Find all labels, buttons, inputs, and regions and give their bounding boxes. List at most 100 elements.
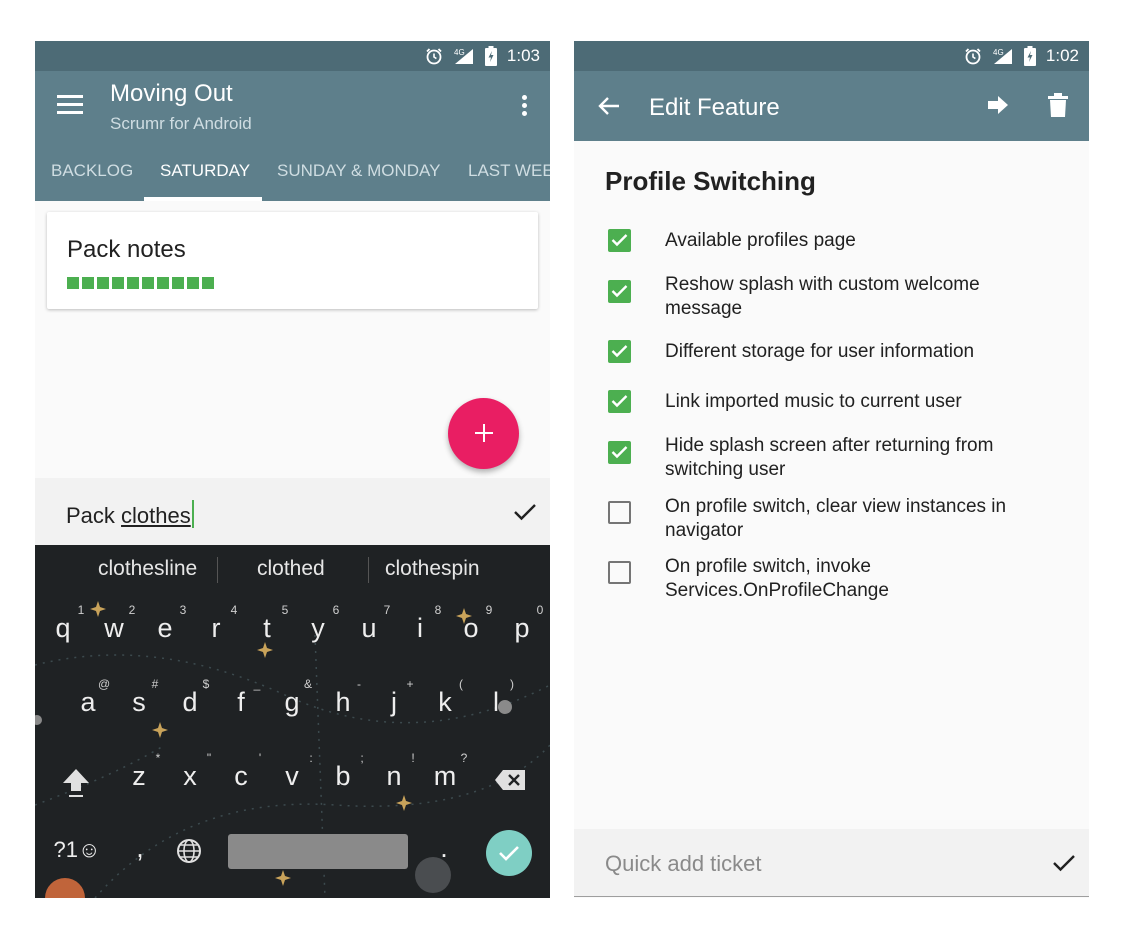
key[interactable]: o — [451, 613, 491, 644]
trash-icon[interactable] — [1048, 93, 1068, 117]
menu-icon[interactable] — [57, 93, 85, 117]
check-icon[interactable] — [1052, 854, 1076, 872]
quick-add-row: Pack clothes — [35, 478, 550, 545]
key[interactable]: y — [298, 613, 338, 644]
key[interactable]: p — [502, 613, 542, 644]
key-hint: - — [357, 677, 361, 691]
alarm-icon — [964, 47, 982, 65]
key[interactable]: m — [425, 761, 465, 792]
enter-check-icon[interactable] — [486, 830, 532, 876]
key[interactable]: c — [221, 761, 261, 792]
key[interactable]: t — [247, 613, 287, 644]
checkbox-checked[interactable] — [608, 229, 631, 252]
svg-text:4G: 4G — [454, 48, 465, 57]
check-icon[interactable] — [513, 503, 537, 521]
key-hint: " — [206, 751, 212, 765]
backspace-icon[interactable] — [494, 769, 526, 791]
progress-segment — [202, 277, 214, 289]
progress-segment — [187, 277, 199, 289]
checkbox-unchecked[interactable] — [608, 501, 631, 524]
key[interactable]: v — [272, 761, 312, 792]
key-hint: ! — [411, 751, 415, 765]
key[interactable]: n — [374, 761, 414, 792]
key[interactable]: e — [145, 613, 185, 644]
key[interactable]: d — [170, 687, 210, 718]
key[interactable]: x — [170, 761, 210, 792]
key-hint: ; — [360, 751, 364, 765]
input-prefix: Pack — [66, 503, 122, 528]
space-key[interactable] — [228, 834, 408, 869]
key-hint: ? — [460, 751, 468, 765]
checkbox-checked[interactable] — [608, 340, 631, 363]
key[interactable]: g — [272, 687, 312, 718]
battery-charging-icon — [1023, 46, 1036, 66]
checkbox-checked[interactable] — [608, 390, 631, 413]
key-hint: ( — [459, 677, 463, 691]
input-current-word: clothes — [121, 503, 191, 528]
checkbox-checked[interactable] — [608, 441, 631, 464]
progress-segment — [82, 277, 94, 289]
key[interactable]: k — [425, 687, 465, 718]
progress-segment — [127, 277, 139, 289]
add-ticket-button[interactable] — [448, 398, 519, 469]
symbols-key[interactable]: ?1☺ — [49, 837, 105, 863]
ticket-progress — [67, 277, 214, 289]
shift-icon[interactable] — [61, 767, 91, 799]
checklist-label: On profile switch, invoke Services.OnPro… — [665, 556, 889, 601]
key[interactable]: f — [221, 687, 261, 718]
comma-key[interactable]: , — [120, 833, 160, 864]
app-bar: Moving Out Scrumr for Android BACKLOG SA… — [35, 71, 550, 201]
key[interactable]: a — [68, 687, 108, 718]
checklist-label: Hide splash screen after returning from … — [665, 435, 994, 480]
ticket-card[interactable]: Pack notes — [47, 212, 538, 309]
suggestion-item[interactable]: clothesline — [98, 557, 197, 581]
key-hint: : — [309, 751, 313, 765]
key-hint: 2 — [128, 603, 136, 617]
suggestion-item[interactable]: clothespin — [385, 557, 480, 581]
checkbox-unchecked[interactable] — [608, 561, 631, 584]
ticket-title: Pack notes — [67, 236, 186, 263]
forward-arrow-icon[interactable] — [987, 95, 1009, 115]
tab-backlog[interactable]: BACKLOG — [51, 141, 133, 201]
tab-saturday[interactable]: SATURDAY — [160, 141, 250, 201]
keyboard: clothesline clothed clothespin q w e r t… — [35, 545, 550, 898]
progress-segment — [112, 277, 124, 289]
key-hint: $ — [202, 677, 210, 691]
key-hint: # — [151, 677, 159, 691]
key-hint: * — [155, 751, 161, 765]
status-bar: 4G 1:02 — [574, 41, 1089, 71]
feature-title: Profile Switching — [605, 166, 816, 196]
key[interactable]: h — [323, 687, 363, 718]
key[interactable]: l — [476, 687, 516, 718]
key[interactable]: q — [43, 613, 83, 644]
status-bar: 4G 1:03 — [35, 41, 550, 71]
battery-charging-icon — [484, 46, 497, 66]
period-key[interactable]: . — [424, 833, 464, 864]
checkbox-checked[interactable] — [608, 280, 631, 303]
right-screen: 4G 1:02 Edit Feature Profile Switching A… — [574, 41, 1089, 898]
key[interactable]: b — [323, 761, 363, 792]
key[interactable]: u — [349, 613, 389, 644]
globe-icon[interactable] — [176, 838, 202, 864]
quick-add-row: Quick add ticket — [574, 829, 1089, 897]
signal-icon: 4G — [992, 47, 1014, 65]
back-arrow-icon[interactable] — [597, 94, 621, 118]
key[interactable]: z — [119, 761, 159, 792]
key[interactable]: j — [374, 687, 414, 718]
quick-add-input[interactable]: Pack clothes — [66, 500, 194, 529]
suggestion-item[interactable]: clothed — [257, 557, 325, 581]
alarm-icon — [425, 47, 443, 65]
key[interactable]: s — [119, 687, 159, 718]
page-title: Edit Feature — [649, 94, 780, 121]
tab-sunday-monday[interactable]: SUNDAY & MONDAY — [277, 141, 440, 201]
overflow-menu-icon[interactable] — [522, 95, 528, 117]
active-tab-indicator — [144, 197, 262, 201]
tab-last-week[interactable]: LAST WEE — [468, 141, 550, 201]
key-hint: 3 — [179, 603, 187, 617]
quick-add-input[interactable]: Quick add ticket — [605, 851, 762, 877]
key[interactable]: r — [196, 613, 236, 644]
progress-segment — [172, 277, 184, 289]
app-bar: Edit Feature — [574, 71, 1089, 141]
key[interactable]: w — [94, 613, 134, 644]
key[interactable]: i — [400, 613, 440, 644]
